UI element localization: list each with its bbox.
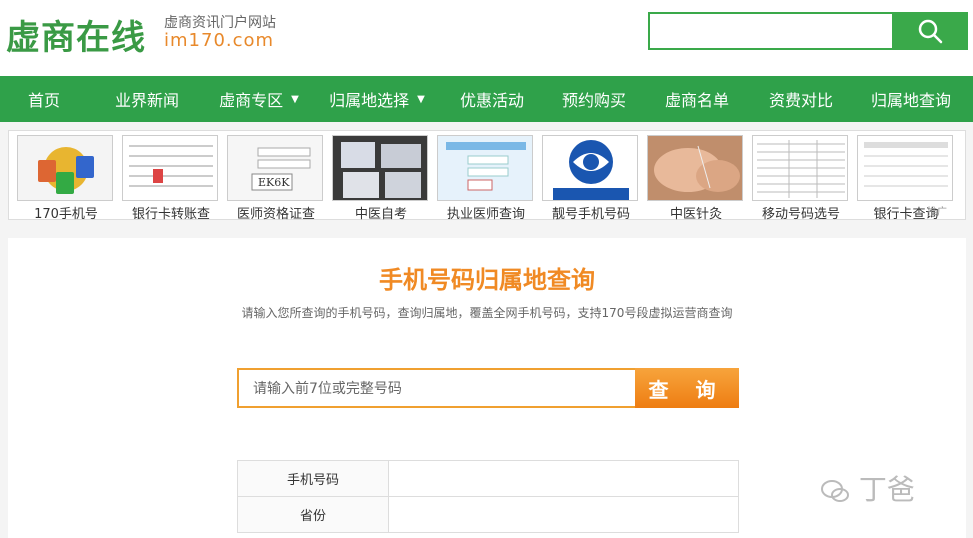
search-icon	[918, 19, 943, 44]
promo-thumb[interactable]: 执业医师查询	[437, 135, 535, 222]
sim-cards-image	[17, 135, 113, 201]
query-button[interactable]: 查 询	[635, 368, 739, 408]
nav-item-mvno-zone[interactable]: 虚商专区 ▼	[206, 76, 312, 122]
nav-item-region-select[interactable]: 归属地选择 ▼	[312, 76, 442, 122]
wechat-watermark: 丁爸	[820, 468, 915, 508]
page-description: 请输入您所查询的手机号码，查询归属地，覆盖全网手机号码，支持170号段虚拟运营商…	[241, 306, 733, 320]
nav-item-promotions[interactable]: 优惠活动	[442, 76, 542, 122]
nav-item-industry-news[interactable]: 业界新闻	[88, 76, 206, 122]
site-tagline: 虚商资讯门户网站	[164, 15, 276, 31]
bank-card-query-image	[857, 135, 953, 201]
page-title: 手机号码归属地查询	[379, 266, 595, 294]
promo-thumb[interactable]: 170手机号	[17, 135, 115, 222]
promo-thumb[interactable]: 中医自考	[332, 135, 430, 222]
chevron-down-icon: ▼	[417, 93, 425, 105]
header-search-button[interactable]	[892, 12, 968, 50]
row-label: 手机号码	[237, 460, 389, 497]
ad-label: 推广	[927, 207, 947, 218]
promo-thumb[interactable]: 靓号手机号码	[542, 135, 640, 222]
wechat-icon	[821, 480, 849, 502]
row-label: 省份	[237, 496, 389, 533]
nav-item-home[interactable]: 首页	[0, 76, 88, 122]
phone-number-input[interactable]: 请输入前7位或完整号码	[237, 368, 635, 408]
promo-thumb[interactable]: 移动号码选号	[752, 135, 850, 222]
acupuncture-image	[647, 135, 743, 201]
promo-thumb[interactable]: EK6K 医师资格证查	[227, 135, 325, 222]
doctor-query-image	[437, 135, 533, 201]
promo-thumb[interactable]: 中医针灸	[647, 135, 745, 222]
promo-strip: 170手机号 银行卡转账查 EK6K 医师资格证查 中医自考 执业医师查询 靓号…	[8, 130, 966, 222]
nav-item-tariff-compare[interactable]: 资费对比	[748, 76, 854, 122]
site-header: 虚商在线 虚商资讯门户网站 im170.com	[0, 0, 973, 76]
row-value	[388, 496, 739, 533]
certificate-query-image: EK6K	[227, 135, 323, 201]
main-nav: 首页 业界新闻 虚商专区 ▼ 归属地选择 ▼ 优惠活动 预约购买 虚商名单 资费对比…	[0, 76, 973, 122]
site-domain: im170.com	[164, 30, 275, 51]
nav-item-mvno-list[interactable]: 虚商名单	[646, 76, 748, 122]
nav-item-preorder[interactable]: 预约购买	[542, 76, 646, 122]
phone-input-placeholder: 请输入前7位或完整号码	[253, 381, 402, 397]
china-mobile-logo-image	[542, 135, 638, 201]
site-logo[interactable]: 虚商在线	[6, 10, 146, 59]
promo-thumb[interactable]: 银行卡转账查	[122, 135, 220, 222]
table-row: 省份	[237, 496, 739, 533]
result-table: 手机号码 省份	[237, 460, 739, 533]
header-search-input[interactable]	[648, 12, 892, 50]
books-image	[332, 135, 428, 201]
row-value	[388, 460, 739, 497]
chevron-down-icon: ▼	[291, 93, 299, 105]
svg-text:EK6K: EK6K	[258, 176, 290, 189]
bank-transfer-image	[122, 135, 218, 201]
number-list-image	[752, 135, 848, 201]
nav-item-region-query[interactable]: 归属地查询	[854, 76, 968, 122]
table-row: 手机号码	[237, 460, 739, 497]
